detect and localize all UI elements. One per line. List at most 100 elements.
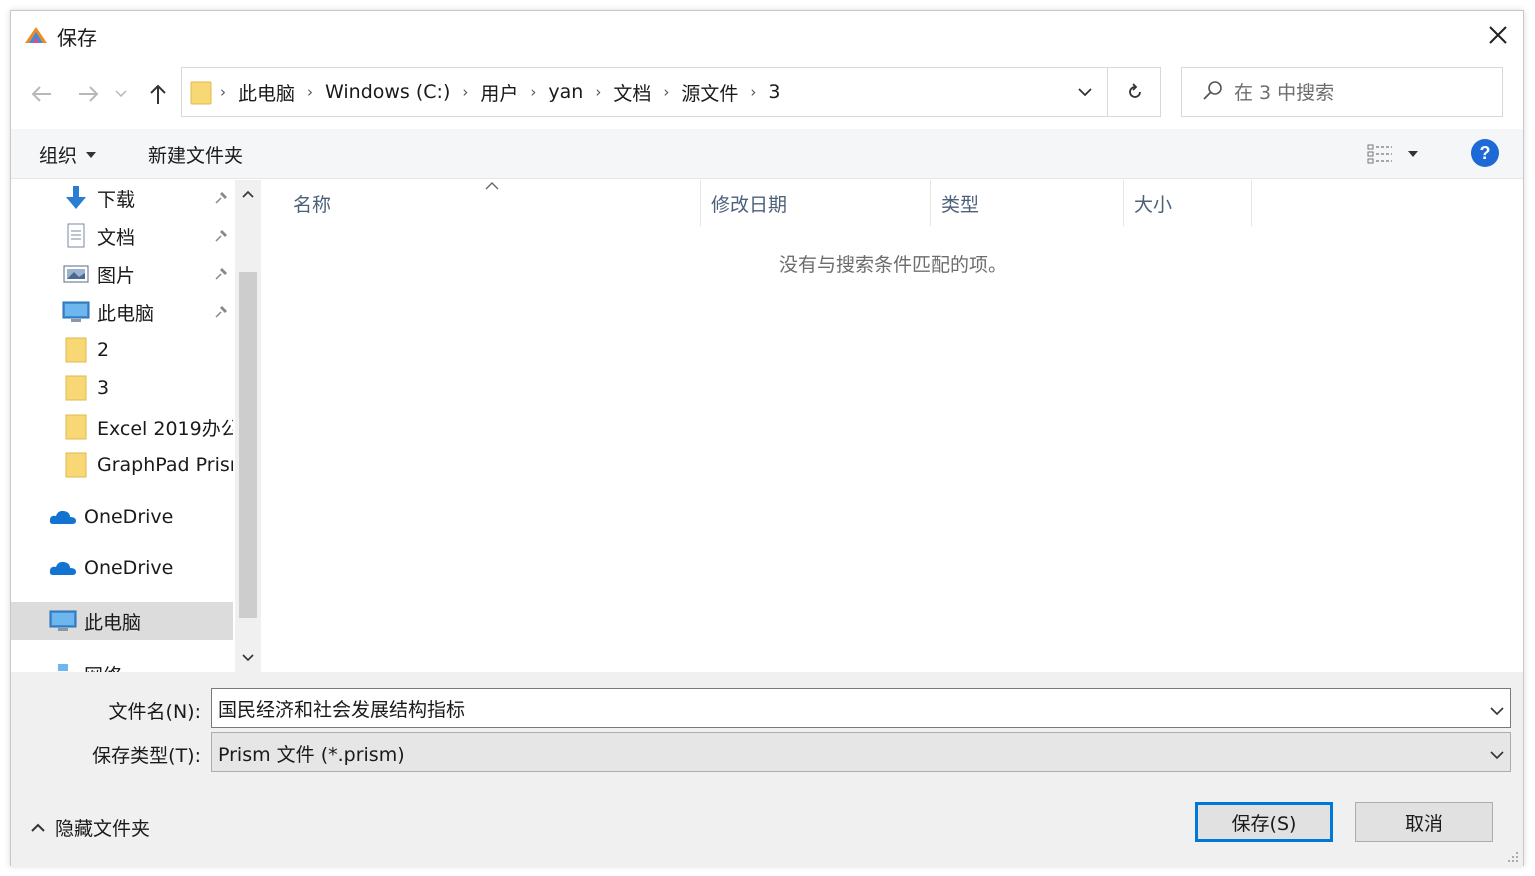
caret-down-icon	[1408, 151, 1418, 157]
folder-icon	[61, 336, 91, 364]
address-bar[interactable]: › 此电脑 › Windows (C:) › 用户 › yan › 文档 › 源…	[181, 67, 1161, 117]
column-header-size[interactable]: 大小	[1124, 180, 1252, 226]
chevron-right-icon[interactable]: ›	[305, 83, 315, 101]
chevron-down-icon[interactable]	[1490, 699, 1504, 721]
hide-folders-label: 隐藏文件夹	[55, 818, 151, 840]
chevron-right-icon[interactable]: ›	[460, 83, 470, 101]
organize-menu-button[interactable]: 组织	[39, 141, 97, 168]
navigation-pane[interactable]: 下载 文档 图片 此电脑 2 3 Excel 2019办公 GraphPad P…	[11, 180, 261, 672]
filetype-label: 保存类型(T):	[92, 745, 201, 767]
folder-icon	[61, 374, 91, 402]
scroll-up-icon[interactable]	[235, 182, 261, 206]
sidebar-item-documents[interactable]: 文档	[11, 218, 233, 254]
column-header-modified[interactable]: 修改日期	[701, 180, 931, 226]
sidebar-item-network[interactable]: 网络	[11, 656, 233, 672]
sidebar-item-pictures[interactable]: 图片	[11, 256, 233, 292]
new-folder-button[interactable]: 新建文件夹	[148, 141, 243, 168]
refresh-button[interactable]	[1107, 68, 1161, 116]
filename-input[interactable]	[218, 693, 1458, 723]
cancel-button[interactable]: 取消	[1355, 802, 1493, 842]
search-box[interactable]	[1181, 67, 1503, 117]
breadcrumb-item[interactable]: 文档	[603, 79, 661, 106]
sidebar-item-label: 3	[97, 377, 110, 399]
breadcrumb-item[interactable]: 此电脑	[228, 79, 305, 106]
breadcrumb-item[interactable]: 3	[758, 81, 790, 103]
details-view-icon	[1367, 144, 1392, 164]
cloud-icon	[48, 503, 78, 531]
column-header-label: 名称	[293, 193, 332, 216]
folder-icon	[61, 451, 91, 479]
help-button[interactable]: ?	[1471, 139, 1499, 167]
chevron-right-icon[interactable]: ›	[528, 83, 538, 101]
breadcrumb-item[interactable]: 源文件	[671, 79, 748, 106]
organize-label: 组织	[39, 145, 78, 167]
folder-icon	[61, 413, 91, 441]
title-bar: 保存	[11, 11, 1523, 59]
breadcrumb-item[interactable]: 用户	[470, 79, 528, 106]
sidebar-item-label: 图片	[97, 264, 136, 287]
recent-locations-button[interactable]	[111, 79, 131, 109]
sidebar-item-folder-graphpad[interactable]: GraphPad Prism	[11, 447, 233, 483]
chevron-right-icon[interactable]: ›	[748, 83, 758, 101]
arrow-left-icon	[31, 86, 51, 102]
sidebar-item-onedrive[interactable]: OneDrive	[11, 499, 233, 535]
pin-icon[interactable]	[213, 303, 229, 325]
chevron-right-icon[interactable]: ›	[593, 83, 603, 101]
download-icon	[61, 184, 91, 212]
file-list[interactable]: 名称 修改日期 类型 大小 没有与搜索条件匹配的项。	[263, 180, 1523, 672]
scroll-down-icon[interactable]	[235, 646, 261, 670]
pin-icon[interactable]	[213, 265, 229, 287]
sidebar-item-this-pc-pinned[interactable]: 此电脑	[11, 294, 233, 330]
column-header-label: 类型	[941, 193, 980, 216]
sidebar-item-label: OneDrive	[84, 557, 174, 579]
resize-grip-icon[interactable]	[1505, 849, 1519, 863]
pin-icon[interactable]	[213, 227, 229, 249]
filetype-select[interactable]: Prism 文件 (*.prism)	[211, 732, 1511, 772]
address-history-button[interactable]	[1062, 68, 1107, 116]
chevron-down-icon[interactable]	[1490, 743, 1504, 765]
sidebar-item-onedrive-2[interactable]: OneDrive	[11, 550, 233, 586]
column-header-name[interactable]: 名称	[263, 180, 701, 226]
save-dialog: 保存 › 此电脑 › Windows (C:) › 用户 › yan › 文档 …	[10, 10, 1524, 867]
chevron-down-icon	[115, 90, 127, 98]
sort-ascending-icon	[485, 178, 499, 194]
column-header-label: 修改日期	[711, 193, 788, 216]
arrow-right-icon	[79, 86, 99, 102]
sidebar-item-folder-excel[interactable]: Excel 2019办公	[11, 409, 233, 445]
hide-folders-toggle[interactable]: 隐藏文件夹	[31, 814, 150, 841]
refresh-icon	[1128, 83, 1141, 98]
sidebar-item-label: GraphPad Prism	[97, 454, 233, 476]
sidebar-item-label: OneDrive	[84, 506, 174, 528]
caret-down-icon	[86, 151, 97, 158]
breadcrumb-item[interactable]: Windows (C:)	[315, 81, 460, 103]
search-input[interactable]	[1234, 78, 1494, 108]
sidebar-scrollbar[interactable]	[235, 180, 261, 672]
sidebar-item-label: 文档	[97, 226, 136, 249]
view-options-button[interactable]	[1367, 143, 1419, 165]
breadcrumb-item[interactable]: yan	[538, 81, 593, 103]
scrollbar-thumb[interactable]	[239, 272, 257, 618]
back-button[interactable]	[27, 79, 57, 109]
sidebar-item-label: 此电脑	[84, 611, 142, 634]
close-button[interactable]	[1473, 13, 1523, 57]
filename-combobox[interactable]	[211, 688, 1511, 728]
computer-icon	[48, 607, 78, 635]
forward-button[interactable]	[73, 79, 103, 109]
column-header-type[interactable]: 类型	[931, 180, 1124, 226]
save-button[interactable]: 保存(S)	[1195, 802, 1333, 842]
chevron-right-icon[interactable]: ›	[661, 83, 671, 101]
search-icon	[1202, 80, 1224, 107]
breadcrumb: › 此电脑 › Windows (C:) › 用户 › yan › 文档 › 源…	[218, 68, 790, 116]
sidebar-item-this-pc[interactable]: 此电脑	[11, 602, 233, 640]
chevron-right-icon: ›	[220, 83, 226, 101]
pin-icon[interactable]	[213, 189, 229, 211]
sidebar-item-folder-3[interactable]: 3	[11, 370, 233, 406]
up-button[interactable]	[143, 79, 173, 109]
chevron-up-icon	[31, 823, 45, 832]
chevron-down-icon	[1077, 87, 1092, 96]
pictures-icon	[61, 260, 91, 288]
sidebar-item-folder-2[interactable]: 2	[11, 332, 233, 368]
sidebar-item-downloads[interactable]: 下载	[11, 180, 233, 216]
empty-list-message: 没有与搜索条件匹配的项。	[778, 254, 1007, 276]
sidebar-item-label: 网络	[84, 661, 122, 673]
